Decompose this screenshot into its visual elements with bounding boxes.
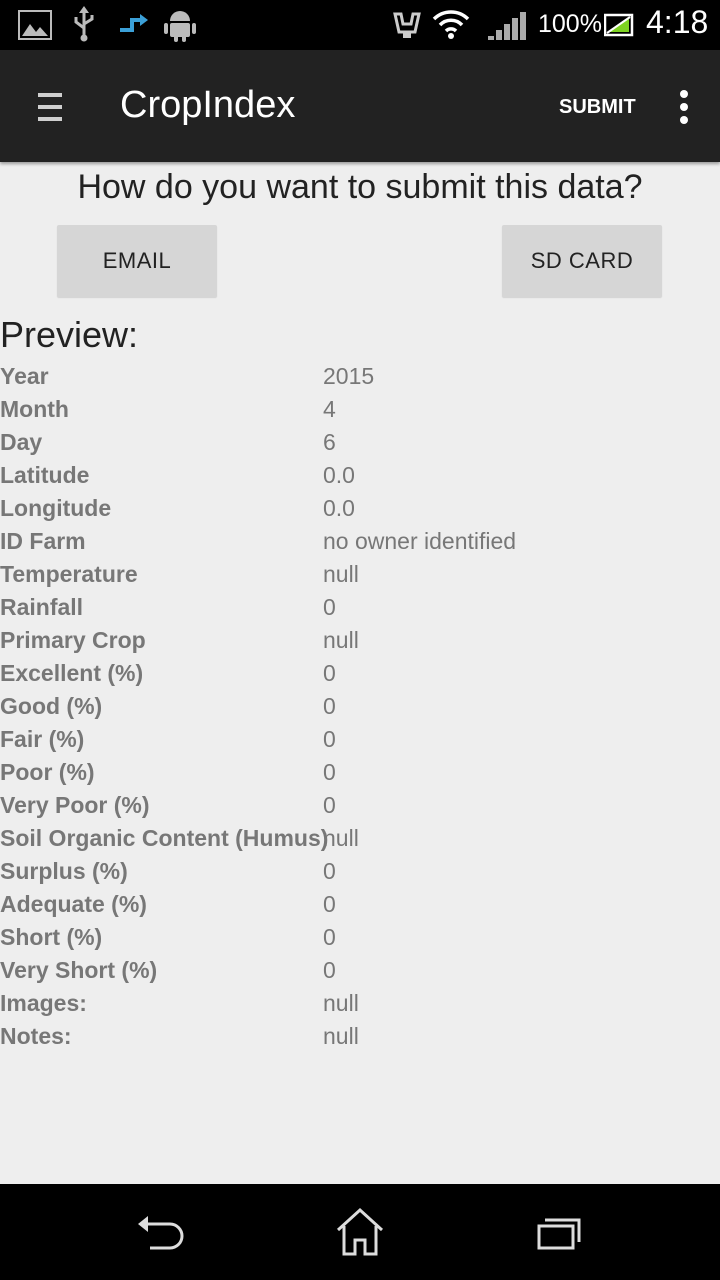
- preview-row: Adequate (%) 0: [0, 889, 720, 922]
- preview-row-label: Very Short (%): [0, 957, 158, 983]
- preview-row-value: 0: [323, 759, 336, 785]
- preview-row-label: Day: [0, 429, 43, 455]
- preview-row-value: 4: [323, 396, 336, 422]
- preview-row-label: Month: [0, 396, 69, 422]
- preview-row-label: Year: [0, 363, 49, 389]
- preview-row: Day 6: [0, 427, 720, 460]
- preview-row: Poor (%) 0: [0, 757, 720, 790]
- preview-row-label: Good (%): [0, 693, 103, 719]
- navigation-bar: [0, 1184, 720, 1280]
- preview-row: Month 4: [0, 394, 720, 427]
- preview-row: Short (%) 0: [0, 922, 720, 955]
- preview-row-value: 2015: [323, 363, 375, 389]
- preview-row-label: Latitude: [0, 462, 90, 488]
- preview-row-value: 0: [323, 957, 336, 983]
- preview-row: Year 2015: [0, 361, 720, 394]
- usb-icon: [74, 6, 94, 42]
- app-title: CropIndex: [120, 84, 296, 126]
- submit-button[interactable]: SUBMIT: [559, 96, 636, 119]
- status-bar: 100% 4:18: [0, 0, 720, 50]
- battery-percentage: 100%: [538, 10, 602, 38]
- preview-row-value: null: [323, 825, 359, 851]
- preview-title: Preview:: [0, 314, 139, 355]
- preview-row: Images: null: [0, 988, 720, 1021]
- sync-icon: [120, 14, 148, 32]
- preview-row: Very Poor (%) 0: [0, 790, 720, 823]
- preview-row: Temperature null: [0, 559, 720, 592]
- preview-row-value: null: [323, 561, 359, 587]
- preview-row-label: Very Poor (%): [0, 792, 150, 818]
- vibrate-icon: [393, 12, 421, 38]
- preview-row: Rainfall 0: [0, 592, 720, 625]
- sd-card-button[interactable]: SD CARD: [502, 225, 662, 297]
- preview-row-value: 0: [323, 693, 336, 719]
- preview-row-label: Longitude: [0, 495, 112, 521]
- overflow-menu-icon[interactable]: [678, 90, 690, 124]
- preview-row: Latitude 0.0: [0, 460, 720, 493]
- preview-row: ID Farm no owner identified: [0, 526, 720, 559]
- preview-row-label: Adequate (%): [0, 891, 147, 917]
- preview-row: Surplus (%) 0: [0, 856, 720, 889]
- clock: 4:18: [646, 4, 709, 40]
- preview-row-label: Temperature: [0, 561, 138, 587]
- preview-row: Longitude 0.0: [0, 493, 720, 526]
- preview-row: Good (%) 0: [0, 691, 720, 724]
- email-button[interactable]: EMAIL: [57, 225, 217, 297]
- preview-row-value: null: [323, 990, 359, 1016]
- preview-row-value: 0: [323, 660, 336, 686]
- preview-row: Notes: null: [0, 1021, 720, 1054]
- preview-row-value: null: [323, 1023, 359, 1049]
- android-icon: [164, 11, 196, 42]
- preview-row: Soil Organic Content (Humus) null: [0, 823, 720, 856]
- recent-apps-icon[interactable]: [530, 1204, 590, 1260]
- preview-row-value: 6: [323, 429, 336, 455]
- preview-row-label: ID Farm: [0, 528, 86, 554]
- battery-charging-icon: [604, 13, 634, 37]
- back-icon[interactable]: [130, 1204, 190, 1260]
- preview-row: Primary Crop null: [0, 625, 720, 658]
- preview-row-value: 0: [323, 924, 336, 950]
- preview-row-value: 0: [323, 726, 336, 752]
- preview-row-label: Fair (%): [0, 726, 85, 752]
- preview-row-value: 0.0: [323, 495, 355, 521]
- preview-row-value: 0.0: [323, 462, 355, 488]
- image-icon: [18, 10, 52, 40]
- action-bar: CropIndex SUBMIT: [0, 50, 720, 162]
- signal-icon: [488, 12, 526, 40]
- preview-row-label: Excellent (%): [0, 660, 144, 686]
- preview-row-label: Rainfall: [0, 594, 84, 620]
- preview-list: Year 2015 Month 4 Day 6 Latitude 0.0 Longitude 0.…: [0, 361, 720, 1054]
- preview-row-label: Images:: [0, 990, 87, 1016]
- preview-row-value: 0: [323, 594, 336, 620]
- preview-row-value: null: [323, 627, 359, 653]
- preview-row: Fair (%) 0: [0, 724, 720, 757]
- wifi-icon: [432, 10, 470, 39]
- preview-row-value: 0: [323, 858, 336, 884]
- preview-row-label: Primary Crop: [0, 627, 146, 653]
- preview-row: Excellent (%) 0: [0, 658, 720, 691]
- preview-row-label: Soil Organic Content (Humus): [0, 825, 329, 851]
- home-icon[interactable]: [330, 1204, 390, 1260]
- preview-row-value: 0: [323, 891, 336, 917]
- preview-row-label: Notes:: [0, 1023, 72, 1049]
- preview-row: Very Short (%) 0: [0, 955, 720, 988]
- preview-row-value: 0: [323, 792, 336, 818]
- preview-row-label: Poor (%): [0, 759, 95, 785]
- preview-row-label: Short (%): [0, 924, 103, 950]
- submit-question: How do you want to submit this data?: [77, 168, 643, 206]
- preview-row-label: Surplus (%): [0, 858, 128, 884]
- drawer-menu-icon[interactable]: [38, 93, 62, 121]
- preview-row-value: no owner identified: [323, 528, 517, 554]
